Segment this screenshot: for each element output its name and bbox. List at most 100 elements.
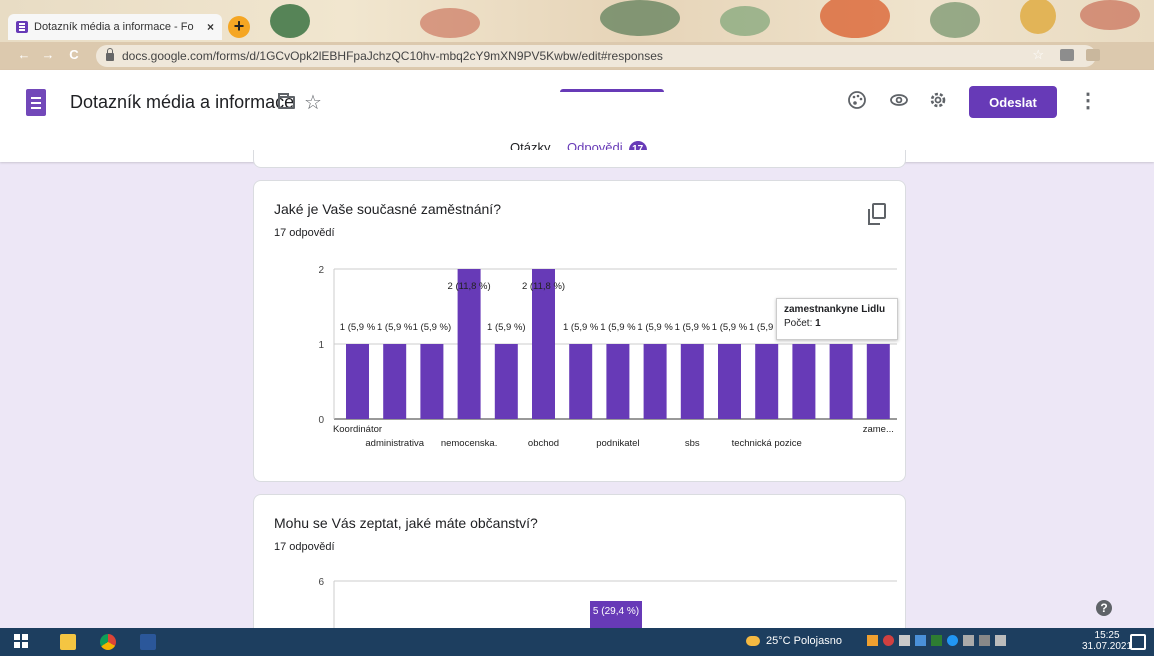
- browser-tab[interactable]: Dotazník média a informace - Fo ×: [8, 14, 222, 40]
- url-text: docs.google.com/forms/d/1GCvOpk2lEBHFpaJ…: [122, 49, 663, 63]
- bookmark-star-icon[interactable]: ☆: [1032, 47, 1044, 63]
- active-tab-indicator: [560, 89, 664, 92]
- browser-tab-strip: Dotazník média a informace - Fo × + ← → …: [0, 0, 1154, 70]
- x-tick-label: zame...: [863, 424, 894, 435]
- weather-status[interactable]: 25°C Polojasno: [746, 635, 842, 647]
- help-icon[interactable]: ?: [1096, 600, 1112, 616]
- question-title: Jaké je Vaše současné zaměstnání?: [274, 201, 501, 217]
- notifications-icon[interactable]: [1130, 634, 1146, 650]
- forms-favicon-icon: [16, 21, 28, 33]
- decoration: [420, 8, 480, 38]
- bluetooth-icon: [947, 635, 958, 646]
- question-title: Mohu se Vás zeptat, jaké máte občanství?: [274, 515, 538, 531]
- chart-bar[interactable]: [383, 344, 407, 419]
- word-icon[interactable]: [140, 634, 156, 650]
- tooltip-title: zamestnankyne Lidlu: [784, 304, 886, 315]
- network-icon: [979, 635, 990, 646]
- chart-bar[interactable]: [420, 344, 444, 419]
- chart-bar[interactable]: [569, 344, 593, 419]
- tooltip-value: 1: [815, 318, 821, 329]
- bar-data-label: 1 (5,9 %): [487, 322, 526, 333]
- folder-icon[interactable]: [278, 93, 295, 109]
- decoration: [600, 0, 680, 36]
- decoration: [930, 2, 980, 38]
- chart-bar[interactable]: [866, 344, 890, 419]
- tray-icons[interactable]: [867, 635, 1006, 649]
- bar-data-label: 1 (5,9 %): [413, 322, 452, 333]
- tooltip-label: Počet:: [784, 318, 813, 329]
- y-tick-label: 2: [318, 265, 324, 276]
- bar-data-label: 1 (5,9 %: [712, 322, 748, 333]
- y-tick-label: 0: [318, 415, 324, 426]
- bar-data-label: 1 (5,9 %: [563, 322, 599, 333]
- clock-time: 15:25: [1094, 630, 1120, 641]
- decoration: [720, 6, 770, 36]
- chart-bar[interactable]: [792, 344, 816, 419]
- forms-logo-icon[interactable]: [26, 89, 46, 116]
- chart-tooltip: zamestnankyne Lidlu Počet: 1: [776, 298, 898, 340]
- reload-icon[interactable]: C: [66, 47, 82, 63]
- weather-icon: [746, 636, 760, 647]
- star-icon[interactable]: ☆: [304, 90, 322, 115]
- question-card-employment: Jaké je Vaše současné zaměstnání? 17 odp…: [253, 180, 906, 482]
- tray-app-icon: [915, 635, 926, 646]
- chart-bar[interactable]: [346, 344, 369, 419]
- settings-gear-icon[interactable]: [927, 90, 949, 112]
- palette-icon[interactable]: [846, 90, 868, 112]
- chrome-icon[interactable]: [100, 634, 116, 650]
- clock-date: 31.07.2021: [1082, 641, 1133, 652]
- bar-data-label: 5 (29,4 %): [593, 606, 639, 617]
- address-bar[interactable]: docs.google.com/forms/d/1GCvOpk2lEBHFpaJ…: [96, 45, 1096, 67]
- copy-chart-icon[interactable]: [868, 203, 886, 225]
- file-explorer-icon[interactable]: [60, 634, 76, 650]
- forms-header: Dotazník média a informace ☆ Odeslat ⋮ O…: [0, 70, 1154, 162]
- preview-eye-icon[interactable]: [888, 90, 910, 112]
- x-tick-label: Koordinátor: [333, 424, 382, 435]
- windows-taskbar: 25°C Polojasno 15:25 31.07.2021: [0, 628, 1154, 656]
- decoration: [1080, 0, 1140, 30]
- chart-bar[interactable]: [829, 344, 853, 419]
- chart-bar[interactable]: [606, 344, 630, 419]
- puzzle-icon[interactable]: [1086, 49, 1100, 61]
- tray-app-icon: [883, 635, 894, 646]
- form-title[interactable]: Dotazník média a informace: [70, 92, 294, 113]
- x-tick-label: podnikatel: [596, 438, 639, 449]
- x-tick-label: technická pozice: [732, 438, 802, 449]
- chart-bar[interactable]: [494, 344, 518, 419]
- bar-data-label: 2 (11,8 %): [522, 281, 565, 292]
- bar-data-label: 1 (5,9 %: [637, 322, 673, 333]
- tray-app-icon: [899, 635, 910, 646]
- close-tab-icon[interactable]: ×: [207, 20, 214, 34]
- extension-icon[interactable]: [1060, 49, 1074, 61]
- weather-text: 25°C Polojasno: [766, 635, 842, 647]
- clock[interactable]: 15:25 31.07.2021: [1082, 630, 1132, 652]
- forward-icon[interactable]: →: [40, 47, 56, 63]
- keyboard-icon: [963, 635, 974, 646]
- x-tick-label: nemocenska.: [441, 438, 498, 449]
- y-tick-label: 6: [318, 577, 324, 588]
- volume-icon: [995, 635, 1006, 646]
- bar-data-label: 1 (5,9 %: [377, 322, 413, 333]
- new-tab-button[interactable]: +: [228, 16, 250, 38]
- windows-start-icon[interactable]: [14, 634, 30, 650]
- send-button[interactable]: Odeslat: [969, 86, 1057, 118]
- decoration: [270, 4, 310, 38]
- x-tick-label: obchod: [528, 438, 559, 449]
- chart-bar[interactable]: [755, 344, 779, 419]
- response-count: 17 odpovědí: [274, 227, 335, 239]
- bar-data-label: 2 (11,8 %): [448, 281, 491, 292]
- chart-bar[interactable]: [643, 344, 667, 419]
- employment-bar-chart: 0 1 2 1 (5,9 % Koordinátor 1 (5,9 % administra…: [318, 265, 897, 449]
- chart-bar[interactable]: [680, 344, 704, 419]
- more-menu-icon[interactable]: ⋮: [1078, 88, 1098, 113]
- chart-bar[interactable]: [718, 344, 741, 419]
- bar-data-label: 1 (5,9 %: [675, 322, 711, 333]
- previous-card: [253, 150, 906, 168]
- tray-app-icon: [867, 635, 878, 646]
- x-tick-label: sbs: [685, 438, 700, 449]
- bar-data-label: 1 (5,9 %: [340, 322, 376, 333]
- back-icon[interactable]: ←: [16, 47, 32, 63]
- decoration: [1020, 0, 1056, 34]
- y-tick-label: 1: [318, 340, 324, 351]
- tray-app-icon: [931, 635, 942, 646]
